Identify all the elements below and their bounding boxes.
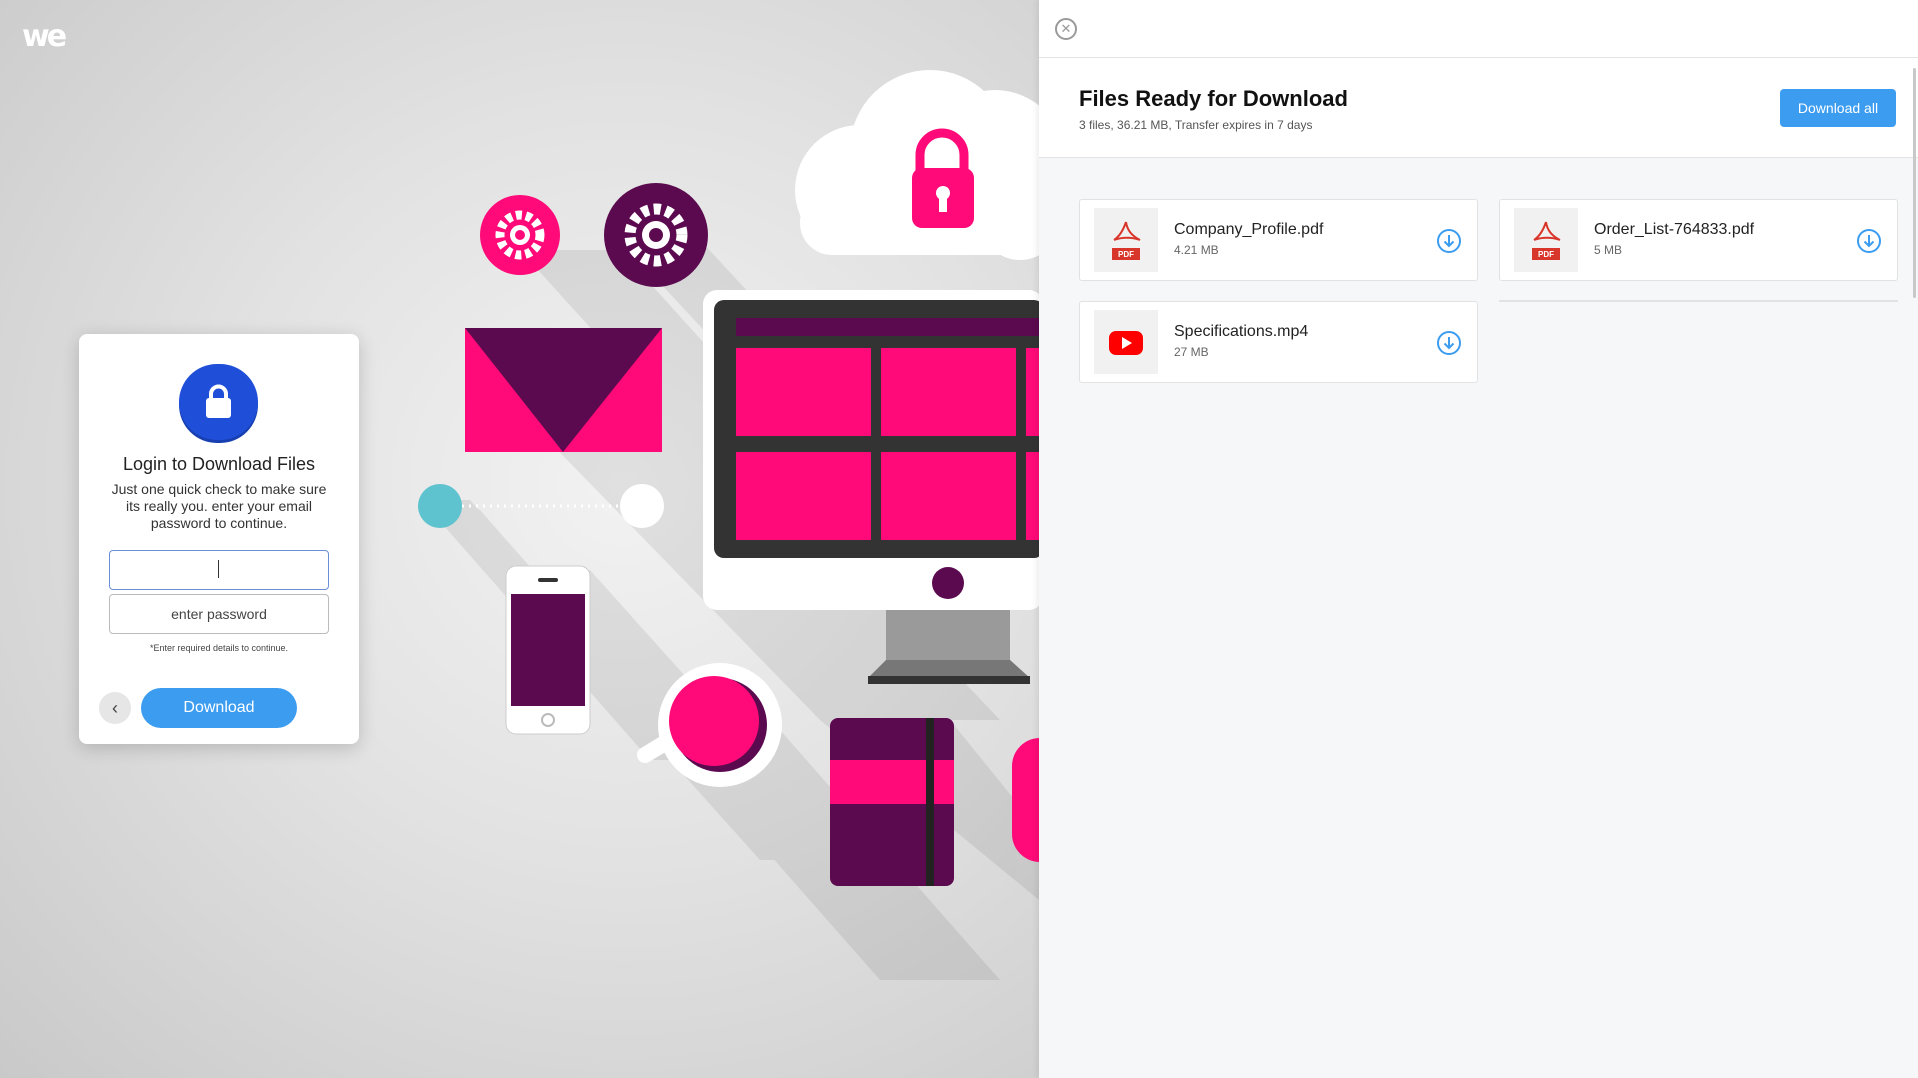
password-field[interactable] [109, 594, 329, 634]
transfer-summary: 3 files, 36.21 MB, Transfer expires in 7… [1079, 118, 1313, 132]
download-circle-icon[interactable] [1856, 228, 1882, 254]
file-size: 27 MB [1174, 345, 1209, 359]
svg-text:PDF: PDF [1538, 250, 1554, 259]
file-size: 4.21 MB [1174, 243, 1219, 257]
pdf-icon: PDF [1094, 208, 1158, 272]
youtube-icon [1094, 310, 1158, 374]
email-field[interactable] [109, 550, 329, 590]
file-size: 5 MB [1594, 243, 1623, 257]
partial-shape [1012, 738, 1039, 862]
file-card[interactable]: PDF Order_List-764833.pdf 5 MB [1499, 199, 1898, 281]
panel-header: Files Ready for Download 3 files, 36.21 … [1039, 58, 1918, 158]
scrollbar[interactable] [1913, 68, 1916, 298]
download-all-button[interactable]: Download all [1780, 89, 1896, 127]
phone-icon [505, 565, 591, 735]
pdf-icon: PDF [1514, 208, 1578, 272]
envelope-icon [465, 328, 662, 452]
download-circle-icon[interactable] [1436, 228, 1462, 254]
back-button[interactable]: ‹ [99, 692, 131, 724]
gear-icon-large [604, 183, 708, 287]
node-white [620, 484, 664, 528]
login-description: Just one quick check to make sure its re… [111, 481, 327, 531]
download-circle-icon[interactable] [1436, 330, 1462, 356]
chevron-left-icon: ‹ [112, 698, 118, 718]
panel-topbar: ✕ [1039, 0, 1918, 58]
required-hint: *Enter required details to continue. [149, 643, 289, 653]
file-card[interactable]: PDF Company_Profile.pdf 4.21 MB [1079, 199, 1478, 281]
file-name: Order_List-764833.pdf [1594, 221, 1755, 238]
login-card: Login to Download Files Just one quick c… [79, 334, 359, 744]
file-name: Company_Profile.pdf [1174, 221, 1324, 238]
panel-title: Files Ready for Download [1079, 86, 1348, 111]
node-teal [418, 484, 462, 528]
file-name: Specifications.mp4 [1174, 323, 1309, 340]
gear-icon-small [480, 195, 560, 275]
file-card[interactable]: Specifications.mp4 27 MB [1079, 301, 1478, 383]
login-title: Login to Download Files [122, 454, 316, 474]
download-button[interactable]: Download [141, 688, 297, 728]
files-panel: ✕ Files Ready for Download 3 files, 36.2… [1039, 0, 1918, 1078]
svg-text:PDF: PDF [1118, 250, 1134, 259]
divider [1499, 300, 1898, 302]
wetransfer-logo: we [22, 19, 67, 54]
notebook-icon [830, 718, 954, 886]
lock-icon [179, 364, 258, 440]
close-button[interactable]: ✕ [1055, 18, 1077, 40]
close-icon: ✕ [1060, 21, 1072, 36]
text-caret [218, 560, 219, 578]
